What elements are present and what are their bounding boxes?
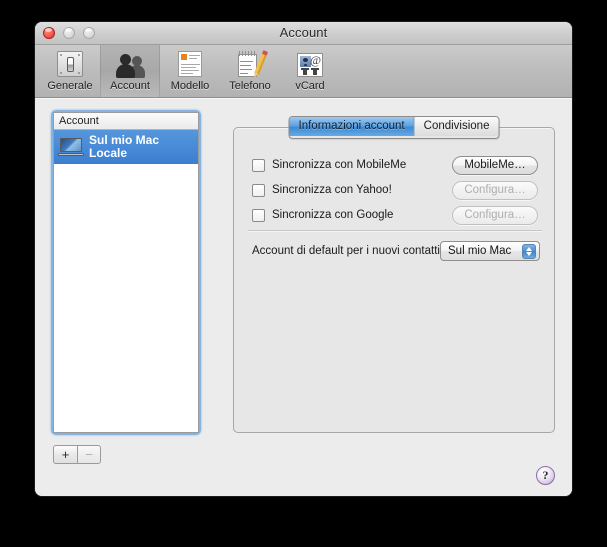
- mobileme-config-button[interactable]: MobileMe…: [452, 155, 538, 175]
- chevron-updown-icon[interactable]: [522, 244, 536, 259]
- sync-row-label: Sincronizza con Yahoo!: [272, 184, 392, 196]
- google-config-button[interactable]: Configura…: [452, 205, 538, 225]
- list-item[interactable]: Sul mio Mac Locale: [54, 130, 198, 164]
- divider: [248, 230, 542, 231]
- card-template-icon: [175, 49, 205, 79]
- default-account-popup[interactable]: Sul mio Mac: [440, 241, 540, 261]
- toolbar-item-account[interactable]: Account: [100, 45, 160, 97]
- toolbar-item-label: vCard: [295, 80, 325, 92]
- add-account-button[interactable]: +: [53, 445, 77, 464]
- toolbar-item-vcard[interactable]: @ vCard: [280, 45, 340, 97]
- toolbar-item-label: Modello: [170, 80, 210, 92]
- toolbar-item-modello[interactable]: Modello: [160, 45, 220, 97]
- sync-row-yahoo: Sincronizza con Yahoo! Configura…: [252, 180, 538, 200]
- window-titlebar: Account: [35, 22, 572, 45]
- account-subtitle: Locale: [89, 146, 128, 160]
- sync-row-label: Sincronizza con MobileMe: [272, 159, 407, 171]
- preferences-body: Account Sul mio Mac Locale + − Sincroniz…: [35, 98, 572, 496]
- tab-informazioni-account[interactable]: Informazioni account: [289, 117, 415, 136]
- tab-condivisione[interactable]: Condivisione: [414, 117, 499, 136]
- tab-bar: Informazioni account Condivisione: [288, 116, 500, 139]
- vcard-icon: @: [295, 49, 325, 79]
- checkbox-sync-google[interactable]: [252, 208, 265, 222]
- window-title: Account: [279, 25, 328, 40]
- preferences-window: Account Generale Account Modello Telefon…: [35, 22, 572, 496]
- accounts-list-header: Account: [54, 113, 198, 130]
- toolbar-item-telefono[interactable]: Telefono: [220, 45, 280, 97]
- help-button[interactable]: ?: [536, 466, 555, 485]
- add-remove-segmented-control: + −: [53, 445, 101, 464]
- notepad-pencil-icon: [235, 49, 267, 79]
- default-account-value: Sul mio Mac: [448, 245, 512, 257]
- accounts-list[interactable]: Account Sul mio Mac Locale: [53, 112, 199, 433]
- toolbar-item-label: Account: [110, 80, 150, 92]
- switch-plate-icon: [55, 49, 85, 79]
- preferences-toolbar: Generale Account Modello Telefono @ vCar…: [35, 45, 572, 98]
- toolbar-item-generale[interactable]: Generale: [40, 45, 100, 97]
- tab-panel: Sincronizza con MobileMe MobileMe… Sincr…: [233, 127, 555, 433]
- sync-row-label: Sincronizza con Google: [272, 209, 394, 221]
- yahoo-config-button[interactable]: Configura…: [452, 180, 538, 200]
- default-account-label: Account di default per i nuovi contatti:: [252, 245, 444, 257]
- sync-row-google: Sincronizza con Google Configura…: [252, 205, 538, 225]
- checkbox-sync-mobileme[interactable]: [252, 158, 265, 172]
- sync-row-mobileme: Sincronizza con MobileMe MobileMe…: [252, 155, 538, 175]
- accounts-sidebar: Account Sul mio Mac Locale: [51, 110, 201, 435]
- toolbar-item-label: Telefono: [229, 80, 271, 92]
- tab-view: Sincronizza con MobileMe MobileMe… Sincr…: [233, 116, 555, 433]
- laptop-icon: [58, 137, 84, 157]
- toolbar-item-label: Generale: [47, 80, 93, 92]
- checkbox-sync-yahoo[interactable]: [252, 183, 265, 197]
- default-account-row: Account di default per i nuovi contatti:…: [252, 241, 540, 261]
- remove-account-button[interactable]: −: [77, 445, 101, 464]
- two-people-icon: [115, 49, 145, 79]
